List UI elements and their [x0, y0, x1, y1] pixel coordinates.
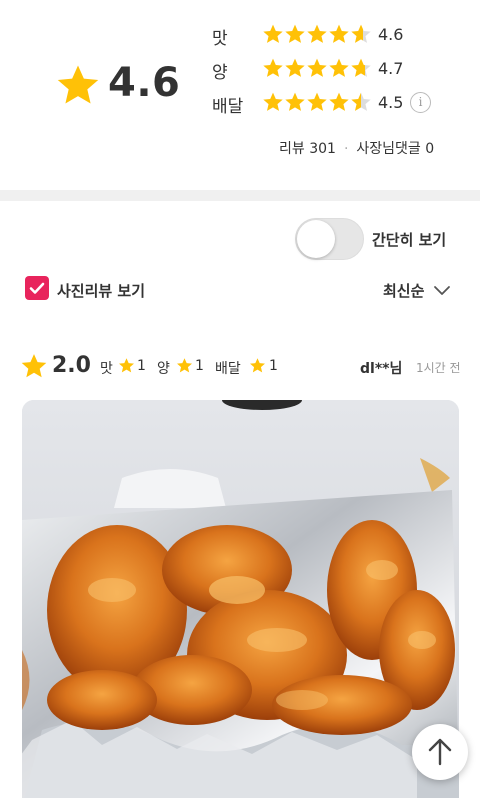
star-icon — [329, 58, 349, 77]
subscore-label: 배달 — [215, 361, 241, 377]
overall-score: 4.6 — [108, 60, 181, 106]
simple-view-toggle[interactable] — [295, 218, 364, 260]
photo-review-label[interactable]: 사진리뷰 보기 — [57, 280, 145, 301]
review-count: 리뷰 301 — [279, 141, 336, 157]
star-icon — [263, 24, 283, 43]
photo-review-checkbox[interactable] — [25, 276, 49, 300]
food-photo — [22, 400, 459, 798]
star-rating — [262, 23, 372, 47]
star-icon — [285, 24, 305, 43]
info-icon[interactable]: i — [410, 92, 431, 113]
scroll-to-top-button[interactable] — [412, 724, 468, 780]
review-author[interactable]: dl**님 — [360, 358, 402, 378]
star-icon — [329, 24, 349, 43]
owner-reply-count: 사장님댓글 0 — [356, 141, 435, 157]
rating-value: 4.7 — [378, 59, 404, 78]
rating-summary: 4.6 맛 4.6 양 4.7 배달 4.5 i 리뷰 301 · 사장님댓글 0 — [0, 0, 480, 190]
rating-row-quantity: 양 4.7 — [212, 55, 442, 83]
review-photo[interactable] — [22, 400, 459, 798]
arrow-up-icon — [428, 738, 452, 766]
subscore-value: 1 — [137, 358, 146, 374]
section-divider — [0, 190, 480, 201]
rating-value: 4.5 — [378, 93, 404, 112]
star-icon — [263, 58, 283, 77]
star-icon — [307, 92, 327, 111]
star-icon — [307, 24, 327, 43]
star-icon — [57, 65, 99, 104]
star-rating-icons — [263, 24, 371, 43]
subscore-value: 1 — [195, 358, 204, 374]
rating-label: 맛 — [212, 29, 228, 49]
simple-view-label[interactable]: 간단히 보기 — [372, 229, 446, 250]
star-icon — [21, 354, 47, 378]
subscore-label: 양 — [157, 361, 170, 377]
review-header: 2.0 맛 1 양 1 배달 1 dl**님 1시간 전 — [20, 350, 465, 382]
star-rating — [262, 57, 372, 81]
rating-label: 배달 — [212, 97, 244, 117]
star-icon — [351, 58, 371, 77]
star-icon — [119, 358, 134, 373]
star-rating — [262, 91, 372, 115]
star-icon — [329, 92, 349, 111]
review-counts: 리뷰 301 · 사장님댓글 0 — [279, 138, 434, 158]
toggle-knob — [297, 220, 335, 258]
review-time: 1시간 전 — [416, 361, 461, 375]
star-icon — [177, 358, 192, 373]
star-icon — [351, 92, 371, 111]
star-rating-icons — [263, 92, 371, 111]
separator-dot: · — [343, 141, 349, 157]
rating-row-taste: 맛 4.6 — [212, 21, 442, 49]
subscore-label: 맛 — [100, 361, 113, 377]
sort-dropdown[interactable]: 최신순 — [383, 280, 424, 301]
star-icon — [250, 358, 265, 373]
rating-row-delivery: 배달 4.5 i — [212, 89, 442, 117]
review-score: 2.0 — [52, 353, 91, 378]
star-icon — [351, 24, 371, 43]
subscore-value: 1 — [269, 358, 278, 374]
star-icon — [307, 58, 327, 77]
star-rating-icons — [263, 58, 371, 77]
chevron-down-icon[interactable] — [433, 283, 451, 297]
rating-value: 4.6 — [378, 25, 404, 44]
star-icon — [285, 92, 305, 111]
check-icon — [29, 282, 45, 294]
rating-label: 양 — [212, 63, 228, 83]
star-icon — [285, 58, 305, 77]
star-icon — [263, 92, 283, 111]
